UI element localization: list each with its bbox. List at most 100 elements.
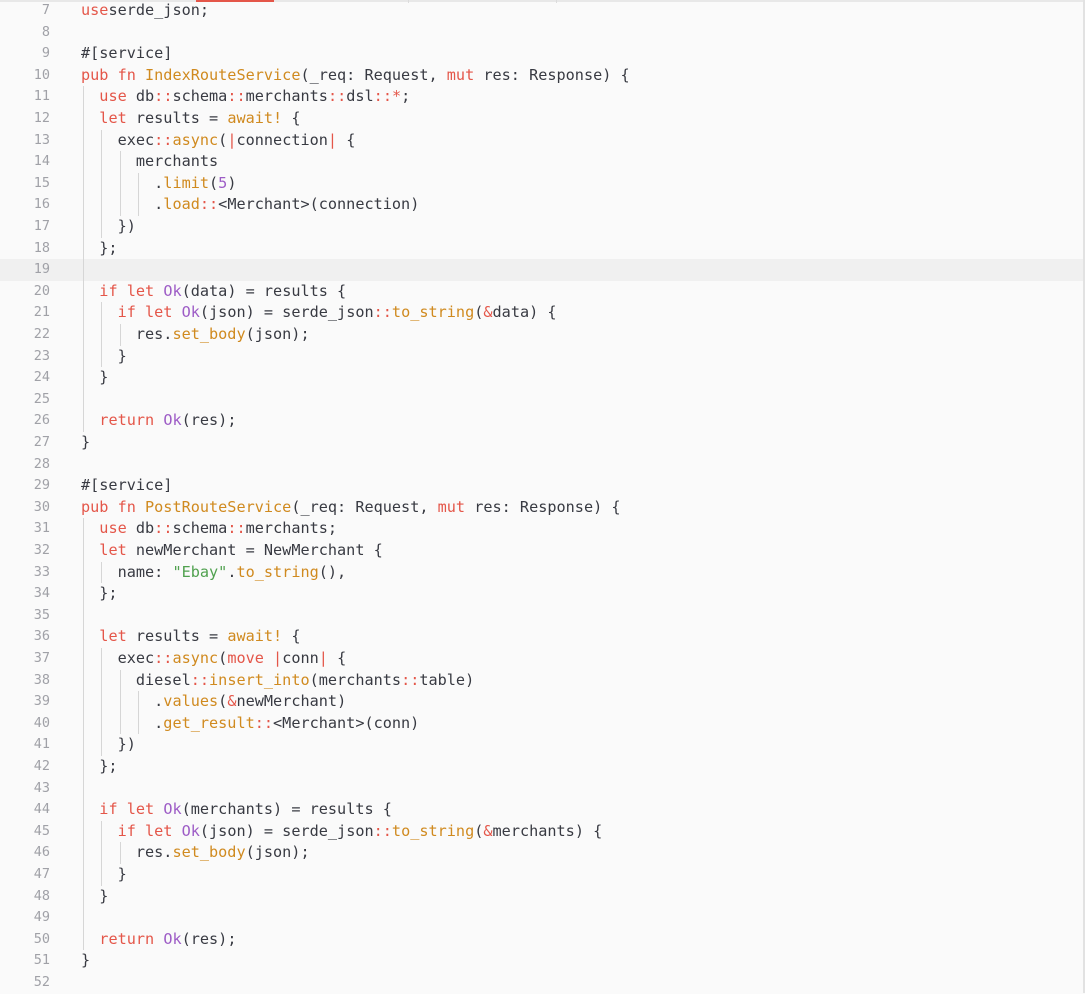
line-number: 22 (33, 326, 50, 342)
code-editor[interactable]: 7 useserde_json; 8 9 #[service] 10 pub fn Inde… (0, 0, 1085, 993)
code-token: limit (163, 173, 210, 192)
code-token: | (273, 649, 283, 667)
code-line[interactable]: 9 #[service] (0, 43, 1083, 65)
code-line[interactable]: 42 }; (0, 756, 1083, 778)
line-number: 12 (33, 110, 50, 126)
code-token: * (391, 87, 402, 106)
code-line[interactable]: 43 (0, 778, 1083, 800)
code-token: | (327, 130, 338, 149)
code-token: & (483, 821, 493, 840)
code-token: let (99, 109, 136, 127)
code-token: data) { (492, 303, 557, 322)
code-line[interactable]: 45 if let Ok(json) = serde_json::to_stri… (0, 821, 1083, 843)
line-number: 37 (33, 650, 50, 666)
code-line[interactable]: 37 exec::async(move |conn| { (0, 648, 1083, 670)
code-text: #[service] (81, 475, 172, 497)
code-line[interactable]: 14 merchants (0, 151, 1083, 173)
code-line[interactable]: 39 .values(&newMerchant) (0, 691, 1083, 713)
line-number: 49 (33, 909, 50, 926)
code-token: } (81, 368, 109, 387)
code-line[interactable]: 19 (0, 259, 1083, 281)
line-number: 18 (33, 239, 50, 256)
code-line[interactable]: 48 } (0, 886, 1083, 908)
code-token: exec (81, 130, 155, 149)
code-token: :: (154, 519, 173, 538)
line-number: 14 (33, 153, 50, 170)
code-line[interactable]: 52 (0, 972, 1083, 994)
code-token: ( (474, 821, 484, 840)
code-token: insert_into (209, 670, 310, 689)
code-token: :: (373, 303, 392, 322)
code-token: await! (227, 627, 283, 646)
code-line[interactable]: 47 } (0, 864, 1083, 886)
code-line[interactable]: 36 let results = await! { (0, 626, 1083, 648)
code-line[interactable]: 44 if let Ok(merchants) = results { (0, 799, 1083, 821)
code-line[interactable]: 23 } (0, 346, 1083, 368)
code-token: { (282, 627, 301, 646)
line-number: 47 (33, 866, 50, 882)
code-line[interactable]: 8 (0, 22, 1083, 44)
code-line[interactable]: 15 .limit(5) (0, 173, 1083, 195)
code-line[interactable]: 11 use db::schema::merchants::dsl::*; (0, 86, 1083, 108)
code-token: :: (227, 519, 246, 538)
code-token: res: Response) { (483, 65, 630, 84)
line-number: 35 (33, 606, 50, 623)
code-token: set_body (172, 325, 246, 343)
indent-guide (101, 820, 103, 886)
code-token: use (99, 87, 136, 106)
line-number: 44 (33, 801, 50, 818)
code-line[interactable]: 49 (0, 907, 1083, 929)
code-token: | (318, 649, 328, 667)
code-line[interactable]: 32 let newMerchant = NewMerchant { (0, 540, 1083, 562)
line-number: 42 (33, 758, 50, 774)
code-line[interactable]: 24 } (0, 367, 1083, 389)
code-line[interactable]: 13 exec::async(|connection| { (0, 130, 1083, 152)
code-line[interactable]: 7 useserde_json; (0, 0, 1083, 22)
code-line[interactable]: 10 pub fn IndexRouteService(_req: Request… (0, 65, 1083, 87)
code-token: if let (117, 303, 182, 322)
code-token: (json) = serde_json (199, 821, 374, 840)
code-line[interactable]: 29 #[service] (0, 475, 1083, 497)
code-token: Ok (163, 281, 182, 300)
code-line[interactable]: 31 use db::schema::merchants; (0, 518, 1083, 540)
code-line[interactable]: 38 diesel::insert_into(merchants::table) (0, 670, 1083, 692)
code-line[interactable]: 22 res.set_body(json); (0, 324, 1083, 346)
code-token: #[service] (81, 44, 173, 63)
code-token: <Merchant>(conn) (273, 713, 420, 732)
code-token: } (81, 886, 109, 905)
code-token: get_result (163, 713, 255, 732)
code-line[interactable]: 30 pub fn PostRouteService(_req: Request,… (0, 497, 1083, 519)
code-line[interactable]: 17 }) (0, 216, 1083, 238)
line-number: 41 (33, 736, 50, 753)
code-line[interactable]: 20 if let Ok(data) = results { (0, 281, 1083, 303)
code-line[interactable]: 28 (0, 454, 1083, 476)
code-text: return Ok(res); (81, 410, 236, 432)
code-token: load (163, 195, 200, 214)
code-line[interactable]: 50 return Ok(res); (0, 929, 1083, 951)
code-line[interactable]: 16 .load::<Merchant>(connection) (0, 194, 1083, 216)
code-line[interactable]: 34 }; (0, 583, 1083, 605)
code-text: res.set_body(json); (81, 842, 310, 864)
code-line[interactable]: 21 if let Ok(json) = serde_json::to_stri… (0, 302, 1083, 324)
code-line[interactable]: 46 res.set_body(json); (0, 842, 1083, 864)
code-line[interactable]: 35 (0, 605, 1083, 627)
code-line[interactable]: 33 name: "Ebay".to_string(), (0, 562, 1083, 584)
code-line[interactable]: 27} (0, 432, 1083, 454)
code-line[interactable]: 41 }) (0, 734, 1083, 756)
code-line[interactable]: 51} (0, 950, 1083, 972)
code-line[interactable]: 18 }; (0, 238, 1083, 260)
line-number: 50 (33, 930, 50, 947)
indent-guide (119, 324, 121, 346)
code-text: }) (81, 734, 136, 756)
line-number: 38 (33, 671, 50, 688)
code-line[interactable]: 26 return Ok(res); (0, 410, 1083, 432)
code-token: exec (81, 649, 155, 667)
line-number: 15 (33, 174, 50, 191)
code-text: .get_result::<Merchant>(conn) (81, 713, 419, 735)
code-line[interactable]: 25 (0, 389, 1083, 411)
code-line[interactable]: 40 .get_result::<Merchant>(conn) (0, 713, 1083, 735)
code-text: useserde_json; (81, 0, 209, 22)
code-line[interactable]: 12 let results = await! { (0, 108, 1083, 130)
code-token: ( (209, 173, 219, 192)
code-token: results = (135, 627, 228, 646)
